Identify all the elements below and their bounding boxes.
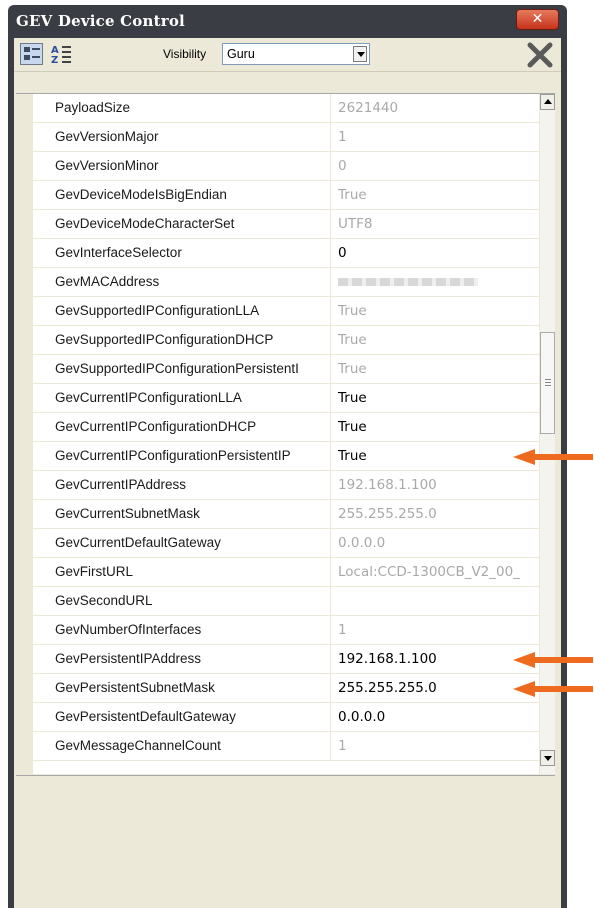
property-value: 192.168.1.100 [338,477,437,493]
annotation-arrow [513,652,593,668]
property-name: GevCurrentDefaultGateway [33,529,331,557]
property-value[interactable]: 0.0.0.0 [331,703,541,731]
property-name: GevCurrentIPConfigurationLLA [33,384,331,412]
property-name: GevMACAddress [33,268,331,296]
property-row[interactable]: GevDeviceModeCharacterSet UTF8 [33,210,541,239]
property-name: GevPersistentIPAddress [33,645,331,673]
property-row[interactable]: PayloadSize 2621440 [33,94,541,123]
property-row[interactable]: GevSupportedIPConfigurationDHCP True [33,326,541,355]
visibility-select[interactable]: Guru [222,43,370,65]
dropdown-arrow-icon[interactable] [353,46,367,62]
property-value: UTF8 [338,216,373,232]
property-row[interactable]: GevPersistentSubnetMask 255.255.255.0 [33,674,541,703]
property-name: GevVersionMajor [33,123,331,151]
property-name: GevCurrentSubnetMask [33,500,331,528]
property-name: GevPersistentSubnetMask [33,674,331,702]
annotation-arrow [513,681,593,697]
property-name: GevDeviceModeIsBigEndian [33,181,331,209]
visibility-label: Visibility [163,47,207,61]
property-value: True [338,361,367,377]
property-row[interactable]: GevPersistentDefaultGateway 0.0.0.0 [33,703,541,732]
property-row[interactable]: GevDeviceModeIsBigEndian True [33,181,541,210]
window-close-button[interactable]: ✕ [516,9,559,30]
property-value: 1 [338,738,347,754]
property-name: PayloadSize [33,94,331,122]
property-name: GevCurrentIPConfigurationPersistentIP [33,442,331,470]
property-row[interactable]: GevPersistentIPAddress 192.168.1.100 [33,645,541,674]
property-name: GevSupportedIPConfigurationPersistentI [33,355,331,383]
property-value[interactable]: 192.168.1.100 [331,645,541,673]
property-row[interactable]: GevSecondURL [33,587,541,616]
property-value: True [338,187,367,203]
property-panel: A Z Visibility Guru PayloadSize 2621440 … [14,38,561,908]
property-value: Local:CCD-1300CB_V2_00_ [338,564,520,580]
property-row[interactable]: GevVersionMajor 1 [33,123,541,152]
description-pane [16,775,555,907]
property-row[interactable]: GevCurrentSubnetMask 255.255.255.0 [33,500,541,529]
property-row[interactable]: GevFirstURL Local:CCD-1300CB_V2_00_ [33,558,541,587]
grid-gutter [16,94,33,774]
property-value: 1 [338,622,347,638]
property-row[interactable]: GevInterfaceSelector 0 [33,239,541,268]
property-name: GevSupportedIPConfigurationDHCP [33,326,331,354]
property-row[interactable]: GevCurrentIPConfigurationDHCP True [33,413,541,442]
svg-text:Z: Z [51,55,58,65]
property-name: GevNumberOfInterfaces [33,616,331,644]
property-row[interactable]: GevCurrentIPAddress 192.168.1.100 [33,471,541,500]
x-close-icon[interactable] [527,42,553,68]
vertical-scrollbar[interactable] [539,94,555,774]
property-value: True [338,303,367,319]
property-name: GevCurrentIPAddress [33,471,331,499]
property-value[interactable]: True [331,413,541,441]
scroll-down-icon[interactable] [540,750,555,766]
property-name: GevVersionMinor [33,152,331,180]
property-name: GevSupportedIPConfigurationLLA [33,297,331,325]
property-value[interactable]: True [331,384,541,412]
property-value: 255.255.255.0 [338,506,437,522]
alphabetical-sort-icon[interactable]: A Z [50,43,73,66]
categorized-view-icon[interactable] [20,43,43,65]
property-toolbar: A Z Visibility Guru [14,38,561,72]
gev-device-control-window: GEV Device Control ✕ A Z Visibility Guru… [8,5,567,908]
property-value: True [338,332,367,348]
property-name: GevCurrentIPConfigurationDHCP [33,413,331,441]
property-value: 0 [338,158,347,174]
window-title: GEV Device Control [16,12,185,30]
property-name: GevInterfaceSelector [33,239,331,267]
property-name: GevMessageChannelCount [33,732,331,760]
property-row[interactable]: GevVersionMinor 0 [33,152,541,181]
annotation-arrow [513,449,593,465]
property-name: GevDeviceModeCharacterSet [33,210,331,238]
property-row[interactable]: GevNumberOfInterfaces 1 [33,616,541,645]
property-grid: PayloadSize 2621440 GevVersionMajor 1 GevVer… [16,93,555,774]
property-row[interactable]: GevSupportedIPConfigurationLLA True [33,297,541,326]
property-value: 2621440 [338,100,399,116]
scroll-up-icon[interactable] [540,94,555,110]
property-row[interactable]: GevCurrentIPConfigurationLLA True [33,384,541,413]
property-row[interactable]: GevCurrentDefaultGateway 0.0.0.0 [33,529,541,558]
property-name: GevFirstURL [33,558,331,586]
property-row[interactable]: GevMessageChannelCount 1 [33,732,541,761]
property-value[interactable]: 255.255.255.0 [331,674,541,702]
visibility-selected-value: Guru [227,47,255,61]
property-value: 0.0.0.0 [338,535,386,551]
property-row[interactable]: GevSupportedIPConfigurationPersistentI Tr… [33,355,541,384]
title-bar[interactable]: GEV Device Control ✕ [14,5,561,38]
property-value: 1 [338,129,347,145]
property-value[interactable]: True [331,442,541,470]
scroll-thumb[interactable] [540,332,555,434]
property-value[interactable]: 0 [331,239,541,267]
property-name: GevPersistentDefaultGateway [33,703,331,731]
property-value [331,587,541,615]
property-value [331,268,541,296]
property-name: GevSecondURL [33,587,331,615]
property-row[interactable]: GevMACAddress [33,268,541,297]
property-row[interactable]: GevCurrentIPConfigurationPersistentIP Tru… [33,442,541,471]
